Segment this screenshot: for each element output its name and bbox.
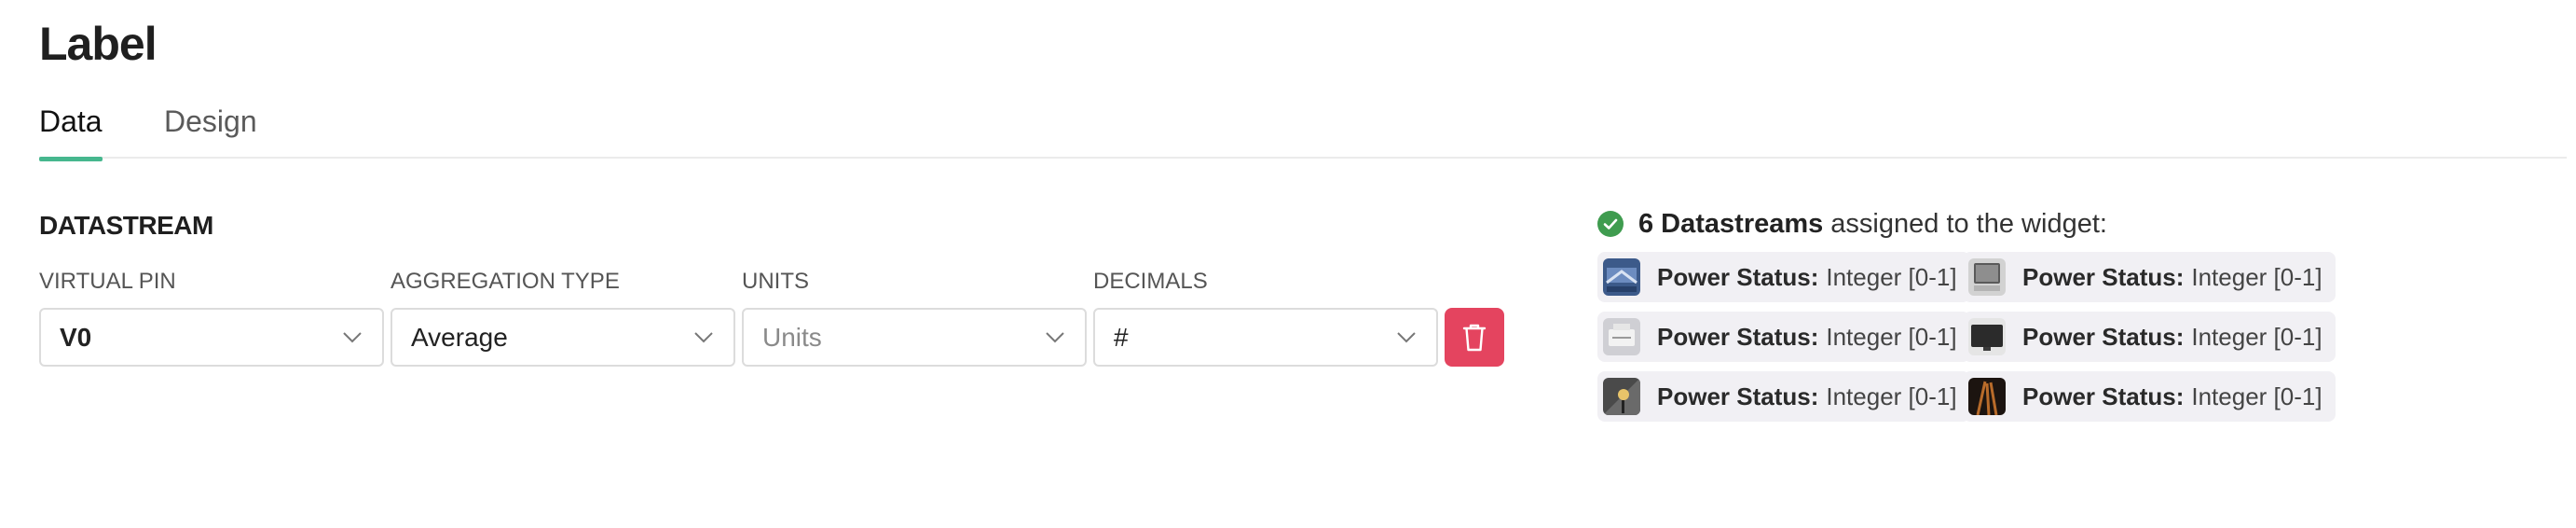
datastream-type: Integer [0-1] [2191,382,2323,410]
check-circle-icon [1597,211,1624,237]
trash-icon [1462,324,1487,351]
datastream-chip[interactable]: Power Status: Integer [0-1] [1597,252,1970,302]
units-select[interactable]: Units [742,308,1087,367]
black-monitor-thumb [1968,318,2006,355]
assigned-datastreams-header: 6 Datastreams assigned to the widget: [1597,208,2107,240]
datastream-chip[interactable]: Power Status: Integer [0-1] [1597,312,1970,362]
blue-appliance-thumb [1603,258,1640,296]
delete-datastream-button[interactable] [1445,308,1504,367]
decimals-select[interactable]: # [1093,308,1438,367]
datastream-count: 6 Datastreams [1638,208,1824,239]
aggregation-type-select[interactable]: Average [391,308,735,367]
datastream-label: Power Status: [2022,262,2185,291]
decimals-value: # [1114,322,1129,352]
virtual-pin-label: VIRTUAL PIN [39,269,176,294]
tab-data[interactable]: Data [39,104,103,161]
datastream-chip[interactable]: Power Status: Integer [0-1] [1963,312,2336,362]
chevron-down-icon [1044,327,1066,349]
virtual-pin-select[interactable]: V0 [39,308,384,367]
decimals-label: DECIMALS [1093,269,1208,294]
datastream-chip[interactable]: Power Status: Integer [0-1] [1963,371,2336,422]
white-printer-thumb [1603,318,1640,355]
assigned-text: assigned to the widget: [1830,208,2107,239]
units-placeholder: Units [762,322,822,352]
chevron-down-icon [692,327,715,349]
datastream-chip[interactable]: Power Status: Integer [0-1] [1597,371,1970,422]
datastream-label: Power Status: [2022,322,2185,351]
datastream-label: Power Status: [1657,262,1819,291]
datastream-type: Integer [0-1] [1826,382,1957,410]
tab-design[interactable]: Design [164,104,257,160]
widget-settings-page: Label Data Design DATASTREAM VIRTUAL PIN… [0,0,2576,528]
datastream-label: Power Status: [1657,322,1819,351]
datastream-chip[interactable]: Power Status: Integer [0-1] [1963,252,2336,302]
chevron-down-icon [1395,327,1418,349]
units-label: UNITS [742,269,809,294]
dark-brown-thumb [1968,378,2006,415]
datastream-section-title: DATASTREAM [39,211,213,240]
datastream-type: Integer [0-1] [1826,262,1957,291]
gray-device-thumb [1968,258,2006,296]
chevron-down-icon [341,327,363,349]
datastream-type: Integer [0-1] [2191,322,2323,351]
tab-bar: Data Design [39,97,2567,161]
datastream-label: Power Status: [2022,382,2185,410]
datastream-type: Integer [0-1] [1826,322,1957,351]
aggregation-type-label: AGGREGATION TYPE [391,269,620,294]
page-title: Label [39,18,158,70]
virtual-pin-value: V0 [60,322,92,352]
datastream-type: Integer [0-1] [2191,262,2323,291]
aggregation-type-value: Average [411,322,508,352]
lamp-thumb [1603,378,1640,415]
datastream-label: Power Status: [1657,382,1819,410]
